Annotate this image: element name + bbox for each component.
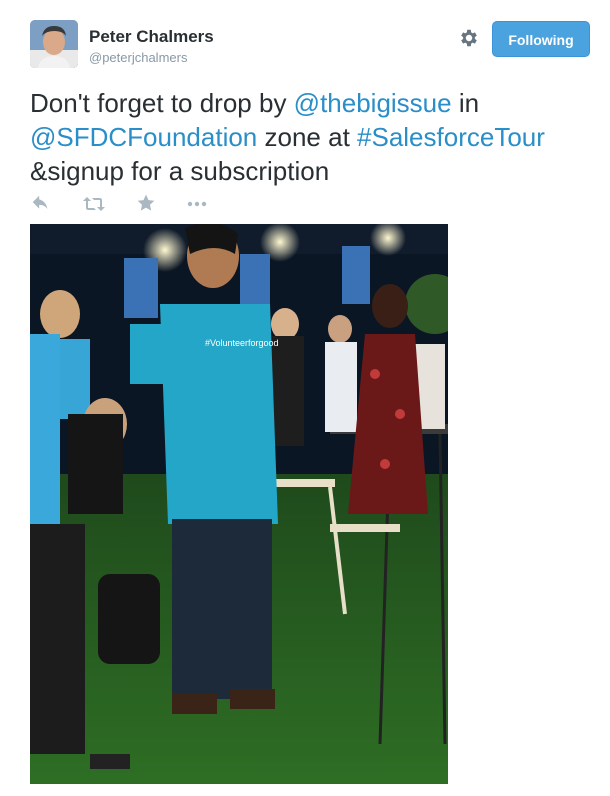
retweet-icon[interactable] xyxy=(82,193,106,215)
following-button[interactable]: Following xyxy=(492,21,590,57)
user-display-name[interactable]: Peter Chalmers xyxy=(89,27,214,47)
gear-icon[interactable] xyxy=(458,27,480,49)
star-icon[interactable] xyxy=(136,193,156,215)
shirt-text: #Volunteerforgood xyxy=(205,338,279,348)
avatar[interactable] xyxy=(30,20,78,68)
tweet-text-segment: zone at xyxy=(257,122,358,152)
user-handle[interactable]: @peterjchalmers xyxy=(89,50,187,65)
reply-icon[interactable] xyxy=(30,193,52,215)
tweet-text-segment: &signup for a subscription xyxy=(30,156,330,186)
hashtag-link[interactable]: #SalesforceTour xyxy=(357,122,545,152)
tweet-text: Don't forget to drop by @thebigissue in … xyxy=(30,86,590,188)
tweet-actions xyxy=(30,193,230,215)
more-icon[interactable] xyxy=(186,193,208,215)
event-photo: #Volunteerforgood xyxy=(30,224,448,784)
tweet-text-segment: in xyxy=(451,88,480,118)
mention-link[interactable]: @thebigissue xyxy=(294,88,452,118)
tweet-photo[interactable]: #Volunteerforgood xyxy=(30,224,448,784)
avatar-image xyxy=(30,20,78,68)
mention-link[interactable]: @SFDCFoundation xyxy=(30,122,257,152)
tweet-text-segment: Don't forget to drop by xyxy=(30,88,294,118)
